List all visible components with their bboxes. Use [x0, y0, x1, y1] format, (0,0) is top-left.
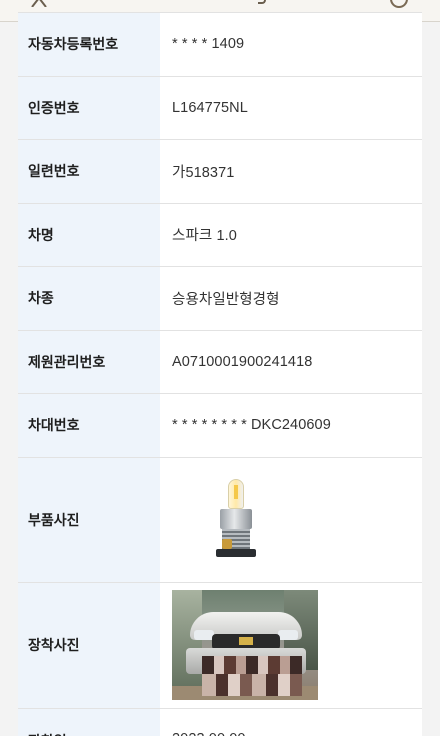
row-certification-number: 인증번호 L164775NL: [18, 76, 422, 140]
label-car-type: 차종: [18, 267, 160, 330]
home-icon[interactable]: [30, 0, 48, 8]
license-plate-mosaic-lower: [202, 674, 302, 696]
value-installation-date: 2023.00.00: [160, 709, 422, 736]
part-photo-cell: [160, 458, 422, 582]
value-spec-number: A0710001900241418: [172, 353, 313, 370]
car-emblem: [239, 637, 253, 645]
label-installation-date: 장착일: [18, 708, 160, 736]
value-serial-number: 가518371: [172, 164, 235, 181]
photo-background-left: [172, 590, 202, 700]
label-part-photo: 부품사진: [18, 457, 160, 582]
label-registration-number: 자동차등록번호: [18, 13, 160, 76]
bulb-connector: [222, 538, 232, 549]
row-part-photo: 부품사진: [18, 457, 422, 583]
value-car-name: 스파크 1.0: [172, 228, 237, 245]
row-installation-photo: 장착사진: [18, 582, 422, 709]
row-car-name: 차명 스파크 1.0: [18, 203, 422, 267]
car-headlamp-right: [278, 630, 298, 640]
label-car-name: 차명: [18, 203, 160, 266]
part-photo[interactable]: [206, 475, 266, 565]
value-car-type: 승용차일반형경형: [172, 291, 280, 308]
installation-photo[interactable]: [172, 590, 318, 700]
value-certification-number: L164775NL: [172, 99, 248, 116]
label-serial-number: 일련번호: [18, 140, 160, 203]
label-certification-number: 인증번호: [18, 76, 160, 139]
title-fragment-icon: [258, 0, 266, 4]
row-vin: 차대번호 * * * * * * * * DKC240609: [18, 394, 422, 458]
row-spec-number: 제원관리번호 A0710001900241418: [18, 330, 422, 394]
row-installation-date: 장착일 2023.00.00: [18, 708, 422, 736]
value-vin: * * * * * * * * DKC240609: [172, 417, 331, 434]
user-icon[interactable]: [390, 0, 408, 8]
label-spec-number: 제원관리번호: [18, 330, 160, 393]
row-car-type: 차종 승용차일반형경형: [18, 267, 422, 331]
car-headlamp-left: [194, 630, 214, 640]
label-vin: 차대번호: [18, 394, 160, 457]
row-serial-number: 일련번호 가518371: [18, 140, 422, 204]
row-registration-number: 자동차등록번호 * * * * 1409: [18, 13, 422, 77]
installation-photo-cell: [160, 583, 422, 708]
value-registration-number: * * * * 1409: [172, 36, 245, 53]
vehicle-info-table: 자동차등록번호 * * * * 1409 인증번호 L164775NL 일련번호…: [18, 12, 422, 736]
label-installation-photo: 장착사진: [18, 582, 160, 708]
bulb-body: [220, 508, 252, 529]
bulb-base: [216, 548, 256, 557]
bulb-led-chip: [234, 484, 238, 499]
